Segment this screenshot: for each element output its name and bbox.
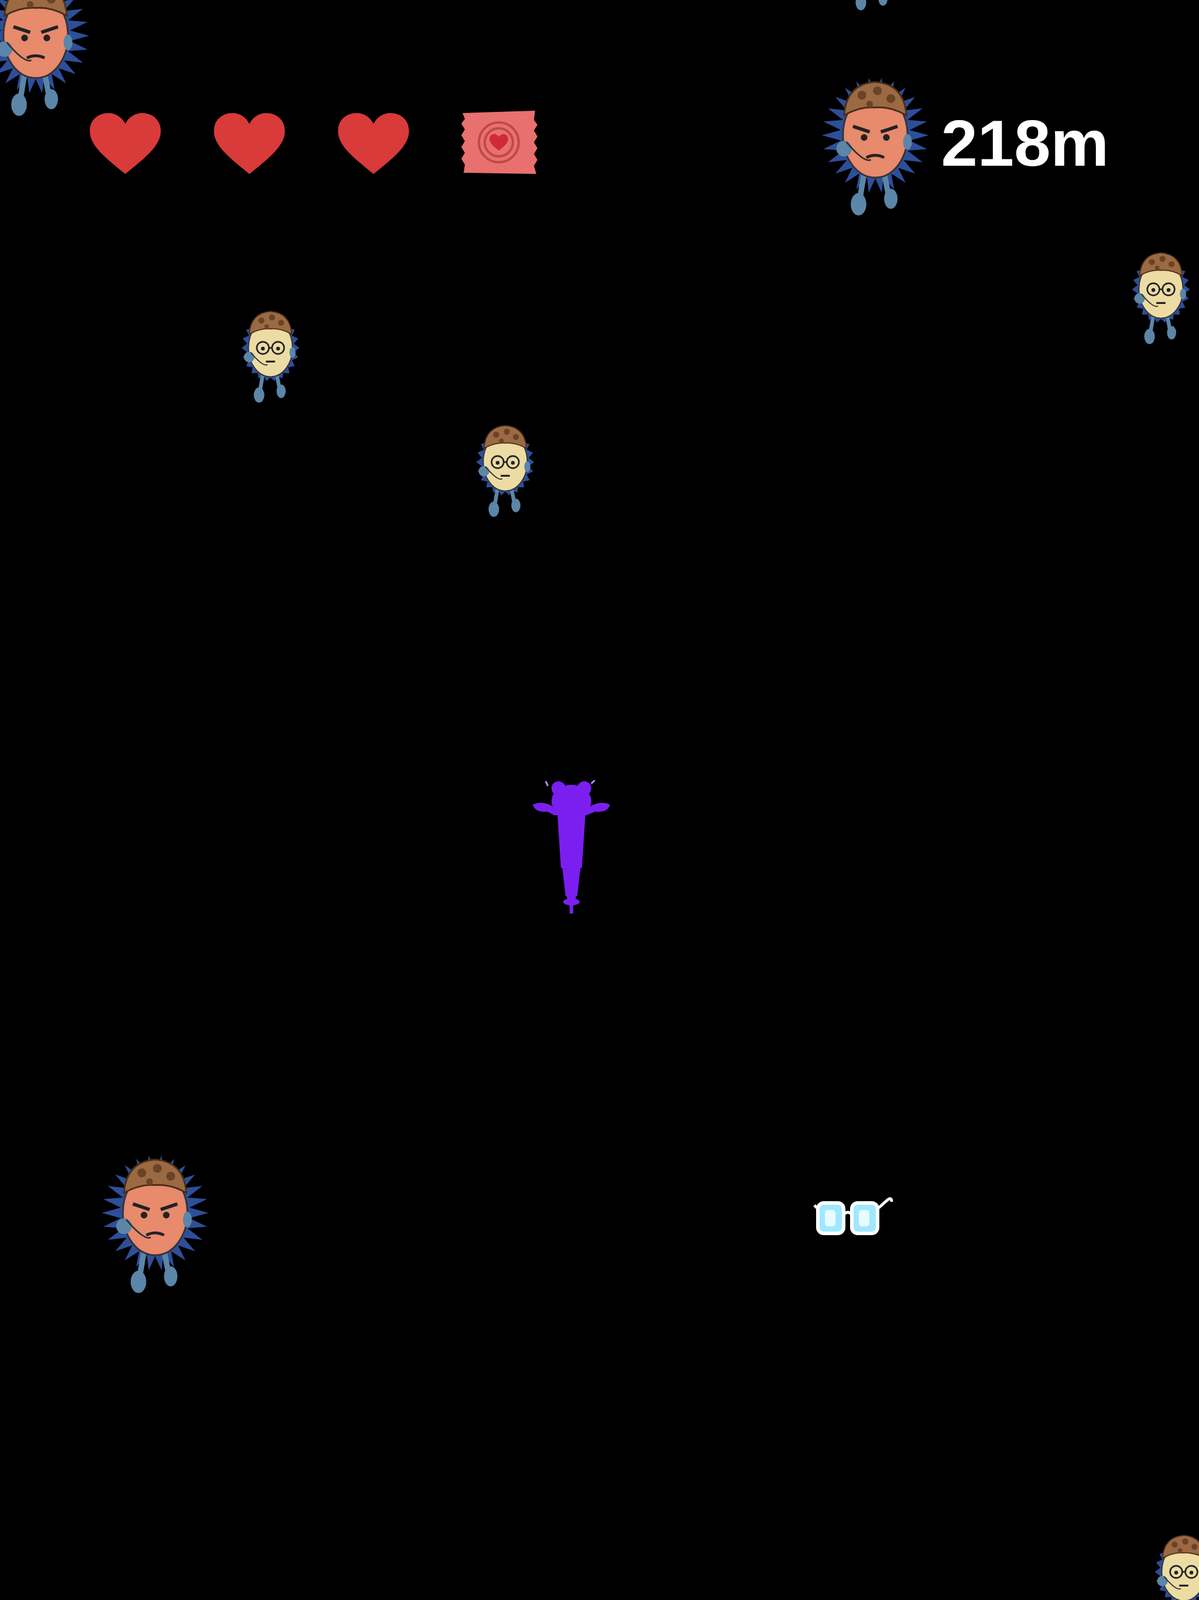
enemy-icon (834, 0, 911, 17)
distance-label: 218m (939, 104, 1112, 183)
shield-pack-icon (458, 108, 539, 179)
enemy-icon (0, 0, 92, 125)
enemy-icon (99, 1134, 211, 1302)
heart-icon (334, 110, 413, 177)
enemy-icon (232, 294, 309, 409)
distance-score: 218m (819, 87, 1112, 200)
enemy-icon (467, 408, 544, 523)
heart-icon (210, 110, 289, 177)
enemy-icon (1122, 235, 1199, 351)
hud: 218m (0, 0, 1199, 200)
enemy-avatar-icon (819, 81, 931, 200)
glasses-icon[interactable] (813, 1190, 896, 1238)
enemy-icon (1145, 1518, 1199, 1600)
lives (86, 108, 539, 179)
heart-icon (86, 110, 164, 177)
game-canvas[interactable]: 218m (0, 0, 1199, 1600)
player-icon[interactable] (530, 779, 613, 915)
